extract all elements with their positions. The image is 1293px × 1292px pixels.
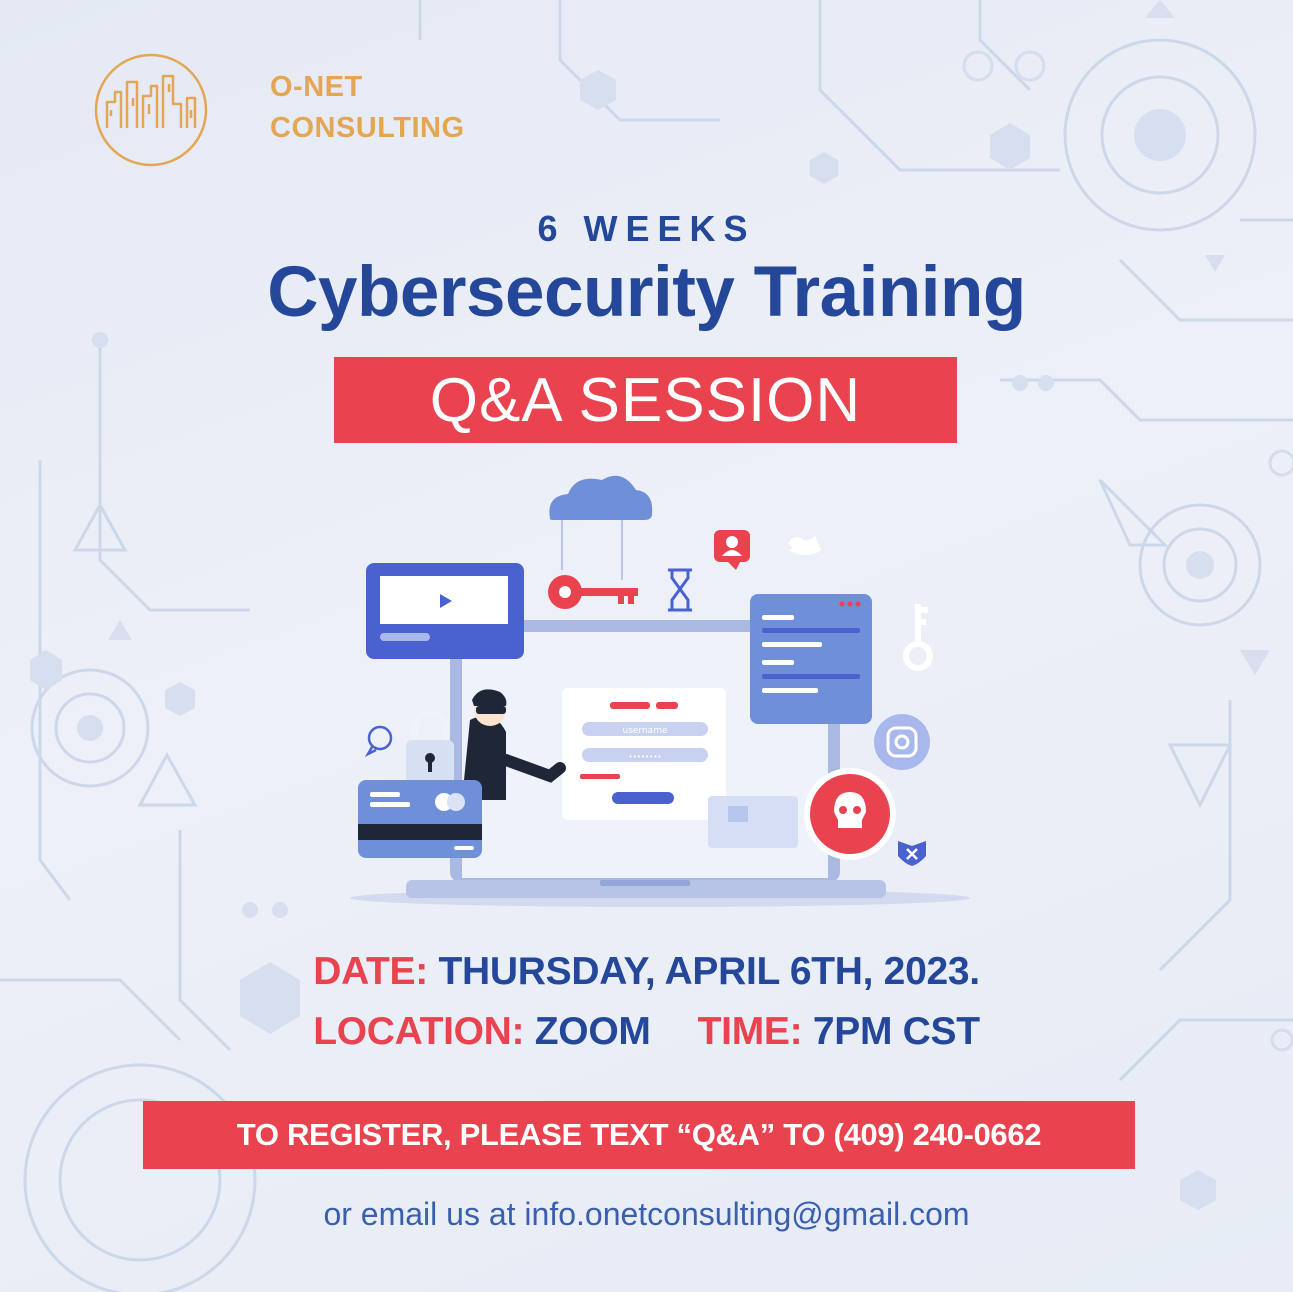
hourglass-icon bbox=[668, 568, 692, 612]
session-banner: Q&A SESSION bbox=[334, 357, 957, 443]
bird-icon bbox=[788, 536, 822, 555]
login-form-panel: username •••••••• bbox=[562, 688, 726, 820]
access-key-icon bbox=[903, 604, 933, 671]
date-value: THURSDAY, APRIL 6TH, 2023. bbox=[438, 950, 981, 993]
code-window-icon bbox=[750, 594, 872, 724]
contact-email: or email us at info.onetconsulting@gmail… bbox=[323, 1196, 970, 1232]
register-text: TO REGISTER, PLEASE TEXT “Q&A” TO (409) … bbox=[236, 1117, 1042, 1152]
date-row: DATE: THURSDAY, APRIL 6TH, 2023. bbox=[0, 950, 1293, 994]
company-logo bbox=[94, 53, 208, 167]
location-time-row: LOCATION: ZOOM TIME: 7PM CST bbox=[0, 1010, 1293, 1054]
location-label: LOCATION: bbox=[313, 1010, 525, 1053]
brand-name-line1: O-NET bbox=[270, 71, 363, 103]
brand-name-line2: CONSULTING bbox=[270, 112, 465, 144]
login-password-mask: •••••••• bbox=[628, 753, 661, 761]
user-badge-icon bbox=[714, 530, 750, 570]
time-value: 7PM CST bbox=[812, 1010, 980, 1053]
cloud-icon bbox=[549, 475, 653, 580]
location-value: ZOOM bbox=[534, 1010, 651, 1053]
shield-icon bbox=[898, 841, 926, 866]
credit-card-icon bbox=[358, 780, 482, 858]
camera-icon bbox=[874, 714, 930, 770]
lock-icon bbox=[406, 710, 454, 784]
register-banner: TO REGISTER, PLEASE TEXT “Q&A” TO (409) … bbox=[143, 1101, 1135, 1169]
video-player-icon bbox=[366, 563, 524, 659]
date-label: DATE: bbox=[313, 950, 428, 993]
skull-alert-icon bbox=[804, 768, 896, 860]
login-username-placeholder: username bbox=[623, 726, 668, 736]
page-title: Cybersecurity Training bbox=[267, 253, 1026, 332]
time-label: TIME: bbox=[697, 1010, 803, 1053]
cybersecurity-illustration: username •••••••• bbox=[350, 475, 970, 907]
key-icon bbox=[548, 575, 638, 609]
session-label: Q&A SESSION bbox=[429, 365, 862, 435]
duration-heading: 6 WEEKS bbox=[537, 208, 756, 249]
chat-bubble-icon bbox=[364, 725, 393, 757]
